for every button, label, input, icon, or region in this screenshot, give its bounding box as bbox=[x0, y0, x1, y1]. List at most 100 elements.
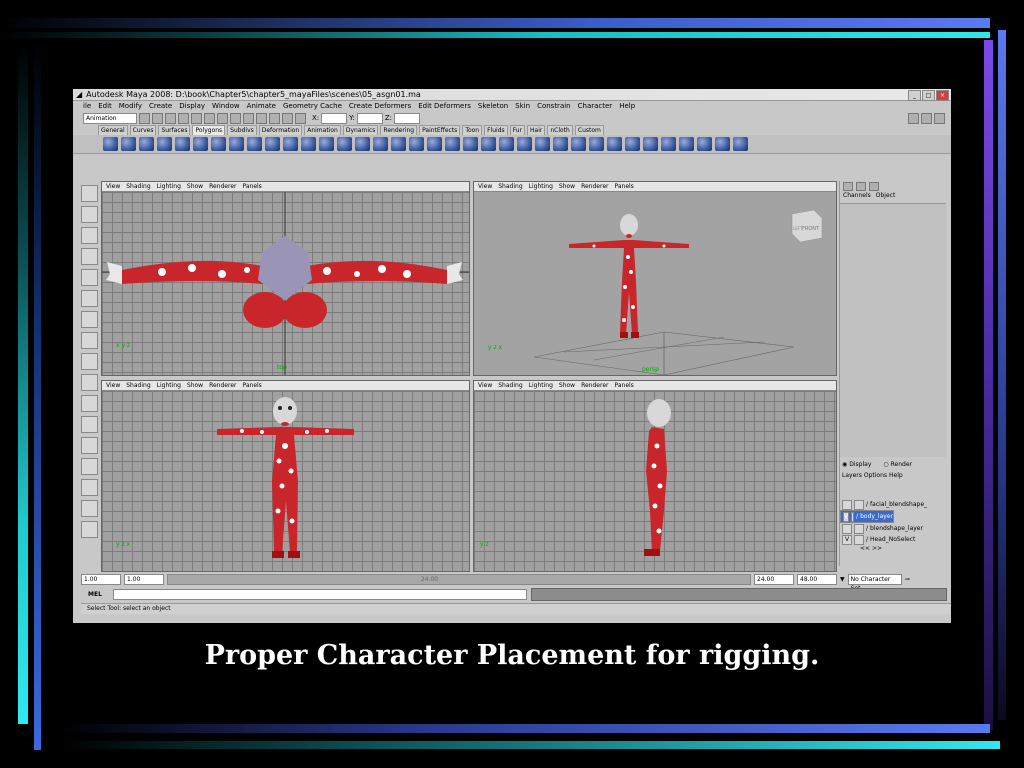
last-tool-icon[interactable] bbox=[81, 353, 98, 370]
scale-tool-icon[interactable] bbox=[81, 290, 98, 307]
layer-color-swatch[interactable]: / bbox=[866, 501, 868, 508]
shelf-tab[interactable]: Fluids bbox=[484, 125, 508, 135]
outliner-layout-icon[interactable] bbox=[81, 437, 98, 454]
shelf-tab[interactable]: Rendering bbox=[380, 125, 418, 135]
menu-item[interactable]: Modify bbox=[119, 102, 142, 110]
ipr-render-icon[interactable] bbox=[282, 112, 293, 124]
vp-menu-show[interactable]: Show bbox=[559, 182, 575, 191]
polygon-tool-icon[interactable] bbox=[373, 137, 388, 151]
shelf-tab[interactable]: Dynamics bbox=[342, 125, 379, 135]
channel-box-layout-icon[interactable] bbox=[843, 181, 853, 191]
polygon-tool-icon[interactable] bbox=[535, 137, 550, 151]
channel-box-tab-object[interactable]: Object bbox=[876, 191, 896, 201]
polygon-tool-icon[interactable] bbox=[589, 137, 604, 151]
new-scene-icon[interactable] bbox=[139, 112, 150, 124]
polygon-tool-icon[interactable] bbox=[499, 137, 514, 151]
polygon-tool-icon[interactable] bbox=[211, 137, 226, 151]
shelf-tab[interactable]: PaintEffects bbox=[419, 125, 461, 135]
layer-color-swatch[interactable]: / bbox=[866, 525, 868, 532]
paint-select-icon[interactable] bbox=[81, 227, 98, 244]
polygon-tool-icon[interactable] bbox=[229, 137, 244, 151]
vp-menu-panels[interactable]: Panels bbox=[614, 182, 633, 191]
menu-item[interactable]: Create bbox=[149, 102, 172, 110]
shelf-tab[interactable]: nCloth bbox=[547, 125, 573, 135]
shelf-tab[interactable]: Curves bbox=[129, 125, 157, 135]
render-view-icon[interactable] bbox=[81, 521, 98, 538]
layer-color-swatch[interactable]: / bbox=[856, 512, 858, 521]
polygon-tool-icon[interactable] bbox=[553, 137, 568, 151]
polygon-tool-icon[interactable] bbox=[157, 137, 172, 151]
open-scene-icon[interactable] bbox=[152, 112, 163, 124]
start-time-field[interactable]: 1.00 bbox=[81, 573, 121, 585]
x-field[interactable] bbox=[321, 112, 348, 124]
range-end-field[interactable]: 48.00 bbox=[797, 573, 837, 585]
vp-menu-view[interactable]: View bbox=[106, 182, 120, 191]
y-field[interactable] bbox=[356, 112, 383, 124]
mel-label[interactable]: MEL bbox=[81, 591, 109, 598]
layer-template-toggle[interactable] bbox=[854, 523, 864, 534]
vp-menu-view[interactable]: View bbox=[106, 381, 120, 390]
layer-row[interactable]: / facial_blendshape_ bbox=[840, 499, 946, 510]
polygon-tool-icon[interactable] bbox=[733, 137, 748, 151]
shelf-tab[interactable]: General bbox=[98, 125, 128, 135]
menu-item[interactable]: Animate bbox=[247, 102, 276, 110]
vp-menu-show[interactable]: Show bbox=[187, 182, 203, 191]
polygon-tool-icon[interactable] bbox=[409, 137, 424, 151]
hypershade-layout-icon[interactable] bbox=[81, 479, 98, 496]
polygon-tool-icon[interactable] bbox=[139, 137, 154, 151]
polygon-tool-icon[interactable] bbox=[247, 137, 262, 151]
lasso-tool-icon[interactable] bbox=[81, 206, 98, 223]
shelf-tab[interactable]: Custom bbox=[574, 125, 604, 135]
vp-menu-lighting[interactable]: Lighting bbox=[157, 381, 181, 390]
vp-menu-panels[interactable]: Panels bbox=[242, 182, 261, 191]
z-field[interactable] bbox=[394, 112, 421, 124]
move-tool-icon[interactable] bbox=[81, 248, 98, 265]
shelf-tab[interactable]: Toon bbox=[462, 125, 483, 135]
menu-item[interactable]: Window bbox=[212, 102, 240, 110]
layer-visibility-toggle[interactable]: V bbox=[843, 511, 850, 522]
render-mode-label[interactable]: Render bbox=[891, 461, 912, 468]
polygon-tool-icon[interactable] bbox=[427, 137, 442, 151]
current-start-field[interactable]: 1.00 bbox=[124, 573, 164, 585]
polygon-tool-icon[interactable] bbox=[193, 137, 208, 151]
range-bar[interactable]: 24.00 bbox=[167, 573, 751, 585]
tool-settings-layout-icon[interactable] bbox=[869, 181, 879, 191]
polygon-tool-icon[interactable] bbox=[121, 137, 136, 151]
render-radio-icon[interactable]: ○ bbox=[883, 461, 888, 468]
shelf-tab[interactable]: Animation bbox=[304, 125, 341, 135]
vp-menu-shading[interactable]: Shading bbox=[126, 182, 150, 191]
polygon-tool-icon[interactable] bbox=[265, 137, 280, 151]
close-button[interactable]: × bbox=[936, 90, 949, 101]
graph-editor-layout-icon[interactable] bbox=[81, 458, 98, 475]
viewcube-front[interactable]: FRONT bbox=[802, 226, 819, 232]
menu-item[interactable]: Display bbox=[179, 102, 205, 110]
polygon-tool-icon[interactable] bbox=[481, 137, 496, 151]
polygon-tool-icon[interactable] bbox=[697, 137, 712, 151]
vp-menu-view[interactable]: View bbox=[478, 381, 492, 390]
vp-menu-lighting[interactable]: Lighting bbox=[157, 182, 181, 191]
render-icon[interactable] bbox=[269, 112, 280, 124]
show-attribute-editor-icon[interactable] bbox=[921, 112, 932, 124]
rotate-tool-icon[interactable] bbox=[81, 269, 98, 286]
layer-nav[interactable]: << >> bbox=[840, 545, 946, 552]
show-channel-box-icon[interactable] bbox=[908, 112, 919, 124]
polygon-tool-icon[interactable] bbox=[319, 137, 334, 151]
polygon-tool-icon[interactable] bbox=[607, 137, 622, 151]
shelf-tab[interactable]: Surfaces bbox=[158, 125, 191, 135]
options-menu[interactable]: Options bbox=[864, 472, 887, 479]
vp-menu-lighting[interactable]: Lighting bbox=[529, 182, 553, 191]
minimize-button[interactable]: _ bbox=[908, 90, 921, 101]
save-scene-icon[interactable] bbox=[165, 112, 176, 124]
maximize-button[interactable]: □ bbox=[922, 90, 935, 101]
layer-template-toggle[interactable] bbox=[851, 511, 855, 522]
polygon-tool-icon[interactable] bbox=[517, 137, 532, 151]
polygon-tool-icon[interactable] bbox=[391, 137, 406, 151]
menu-item[interactable]: Help bbox=[619, 102, 635, 110]
key-icon[interactable]: ⊸ bbox=[905, 576, 910, 583]
shelf-tab[interactable]: Subdivs bbox=[227, 125, 257, 135]
polygon-tool-icon[interactable] bbox=[715, 137, 730, 151]
select-tool-icon[interactable] bbox=[81, 185, 98, 202]
menu-item[interactable]: Character bbox=[578, 102, 613, 110]
layer-row[interactable]: V / Head_NoSelect bbox=[840, 534, 946, 545]
viewport-top[interactable]: View Shading Lighting Show Renderer Pane… bbox=[101, 181, 470, 376]
